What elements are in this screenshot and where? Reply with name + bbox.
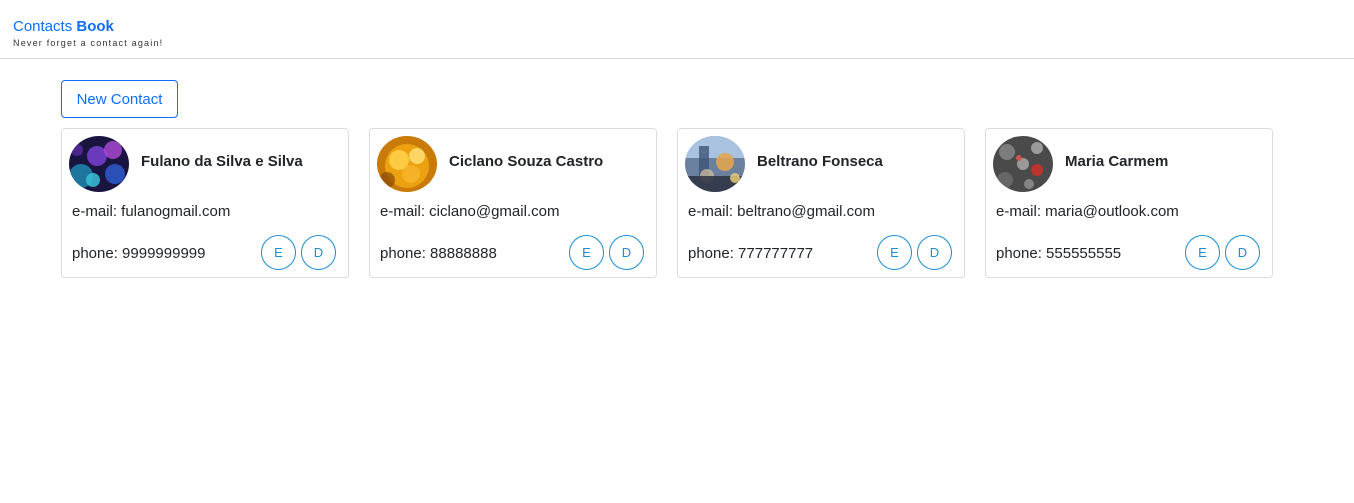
new-contact-button[interactable]: New Contact — [61, 80, 178, 118]
app-header: Contacts Book Never forget a contact aga… — [0, 0, 1354, 59]
edit-contact-button[interactable]: E — [877, 235, 912, 270]
delete-contact-button[interactable]: D — [1225, 235, 1260, 270]
contact-email: e-mail: fulanogmail.com — [72, 203, 231, 220]
brand-prefix: Contacts — [13, 18, 73, 35]
brand-tagline: Never forget a contact again! — [13, 38, 164, 48]
contact-phone: phone: 9999999999 — [72, 245, 206, 262]
contact-email: e-mail: ciclano@gmail.com — [380, 203, 560, 220]
brand-bold: Book — [76, 18, 114, 35]
brand-title[interactable]: Contacts Book — [13, 18, 114, 36]
contact-avatar — [69, 136, 129, 192]
contact-card: Ciclano Souza Castro e-mail: ciclano@gma… — [369, 128, 657, 278]
contact-avatar — [685, 136, 745, 192]
contact-name: Maria Carmem — [1065, 153, 1169, 170]
delete-contact-button[interactable]: D — [609, 235, 644, 270]
delete-contact-button[interactable]: D — [917, 235, 952, 270]
contact-phone: phone: 88888888 — [380, 245, 497, 262]
contact-card: Beltrano Fonseca e-mail: beltrano@gmail.… — [677, 128, 965, 278]
contact-card: Maria Carmem e-mail: maria@outlook.com p… — [985, 128, 1273, 278]
contact-avatar — [993, 136, 1053, 192]
contact-phone: phone: 777777777 — [688, 245, 814, 262]
contact-name: Beltrano Fonseca — [757, 153, 883, 170]
delete-contact-button[interactable]: D — [301, 235, 336, 270]
contact-name: Fulano da Silva e Silva — [141, 153, 303, 170]
contact-email: e-mail: maria@outlook.com — [996, 203, 1179, 220]
contact-card: Fulano da Silva e Silva e-mail: fulanogm… — [61, 128, 349, 278]
edit-contact-button[interactable]: E — [261, 235, 296, 270]
contact-name: Ciclano Souza Castro — [449, 153, 604, 170]
contact-email: e-mail: beltrano@gmail.com — [688, 203, 875, 220]
edit-contact-button[interactable]: E — [569, 235, 604, 270]
contact-avatar — [377, 136, 437, 192]
contact-phone: phone: 555555555 — [996, 245, 1122, 262]
edit-contact-button[interactable]: E — [1185, 235, 1220, 270]
